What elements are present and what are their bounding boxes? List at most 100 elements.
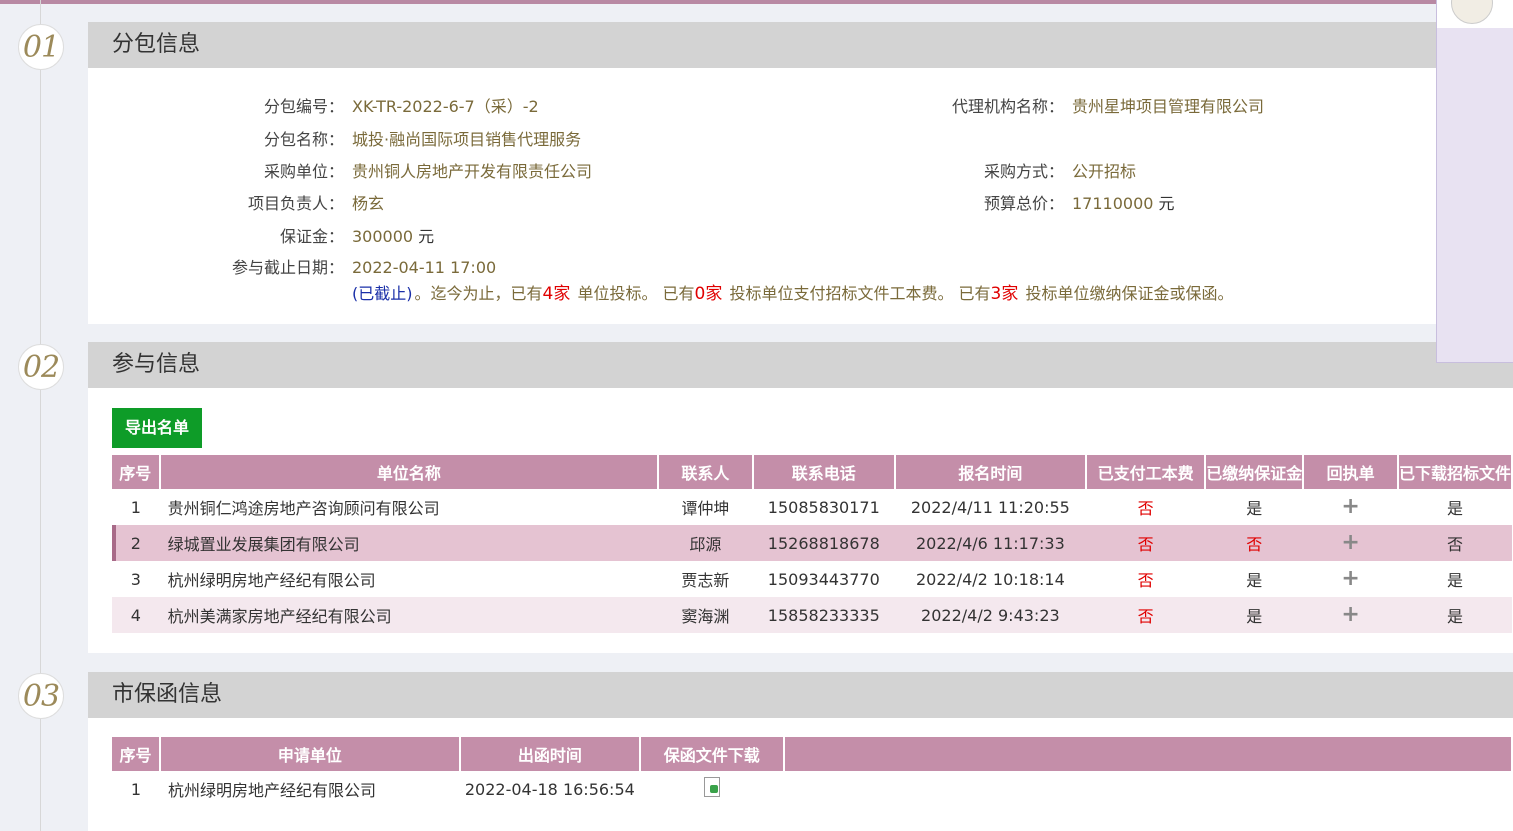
budget-row: 预算总价： 17110000 元 — [908, 194, 1175, 214]
row-downloaded: 是 — [1446, 499, 1463, 518]
participants-header-row: 序号 单位名称 联系人 联系电话 报名时间 已支付工本费 已缴纳保证金 回执单 … — [112, 455, 1513, 489]
row-phone: 15093443770 — [767, 569, 880, 589]
receipt-plus-icon[interactable]: + — [1303, 525, 1398, 561]
method-value: 公开招标 — [1072, 162, 1137, 181]
row-phone: 15858233335 — [752, 597, 895, 633]
col-header-contact: 联系人 — [658, 455, 754, 489]
guarantee-table: 序号 申请单位 出函时间 保函文件下载 1 杭州绿明房地产经纪有限公司 2022… — [112, 737, 1513, 807]
package-code-value: XK-TR-2022-6-7（采）-2 — [352, 97, 539, 116]
row-time: 2022/4/2 10:18:14 — [915, 569, 1065, 589]
file-download-cell[interactable] — [640, 771, 784, 807]
row-deposit-paid: 是 — [1246, 499, 1263, 518]
buyer-value: 贵州铜人房地产开发有限责任公司 — [352, 162, 593, 181]
package-name-label: 分包名称： — [263, 130, 344, 149]
row-no: 2 — [112, 525, 160, 561]
method-row: 采购方式： 公开招标 — [908, 162, 1136, 182]
row-contact: 邱源 — [658, 525, 753, 561]
row-contact: 贾志新 — [681, 571, 730, 590]
bid-count: 4家 — [542, 284, 571, 304]
row-deposit-paid: 是 — [1205, 597, 1304, 633]
summary-text-3: 投标单位支付招标文件工本费。 已有 — [729, 284, 991, 303]
row-deposit-paid: 否 — [1205, 525, 1304, 561]
col-header-phone: 联系电话 — [752, 455, 896, 489]
participants-table: 序号 单位名称 联系人 联系电话 报名时间 已支付工本费 已缴纳保证金 回执单 … — [112, 455, 1513, 633]
guarantee-section: 市保函信息 序号 申请单位 出函时间 保函文件下载 1 杭州绿明房地产经纪有限公… — [88, 672, 1513, 831]
package-code-label: 分包编号： — [263, 97, 344, 116]
deadline-value: 2022-04-11 17:00 — [352, 258, 497, 277]
table-row[interactable]: 2 绿城置业发展集团有限公司 邱源 15268818678 2022/4/6 1… — [112, 525, 1512, 561]
row-downloaded: 否 — [1397, 525, 1512, 561]
buyer-label: 采购单位： — [263, 162, 344, 181]
paid-count: 0家 — [694, 284, 723, 304]
deposit-count: 3家 — [990, 284, 1019, 304]
row-phone: 15268818678 — [752, 525, 895, 561]
col-header-receipt: 回执单 — [1303, 455, 1399, 489]
table-row[interactable]: 1 杭州绿明房地产经纪有限公司 2022-04-18 16:56:54 — [112, 771, 1512, 807]
row-applicant: 杭州绿明房地产经纪有限公司 — [167, 781, 376, 800]
col-header-no: 序号 — [112, 455, 161, 489]
top-accent-bar — [0, 0, 1513, 4]
bid-summary: (已截止) 。迄今为止，已有4家 单位投标。 已有0家 投标单位支付招标文件工本费… — [352, 284, 1233, 304]
row-company: 绿城置业发展集团有限公司 — [159, 525, 659, 561]
row-phone: 15085830171 — [767, 497, 880, 517]
row-contact: 窦海渊 — [658, 597, 753, 633]
col-header-empty — [783, 737, 1513, 771]
summary-text-1: 。迄今为止，已有 — [414, 284, 543, 303]
guarantee-header-row: 序号 申请单位 出函时间 保函文件下载 — [112, 737, 1513, 771]
deposit-row: 保证金： 300000 元 — [208, 227, 434, 247]
row-no: 3 — [130, 569, 141, 589]
row-time: 2022/4/6 11:17:33 — [894, 525, 1086, 561]
export-list-button[interactable]: 导出名单 — [112, 408, 202, 448]
package-name-value: 城投·融尚国际项目销售代理服务 — [352, 130, 582, 149]
budget-label: 预算总价： — [983, 194, 1064, 213]
col-header-issue-time: 出函时间 — [459, 737, 641, 771]
agency-label: 代理机构名称： — [951, 97, 1064, 116]
row-time: 2022/4/2 9:43:23 — [894, 597, 1086, 633]
section-number-01: 01 — [18, 24, 64, 70]
row-contact: 谭仲坤 — [681, 499, 730, 518]
col-header-downloaded: 已下载招标文件 — [1397, 455, 1513, 489]
row-fee-paid: 否 — [1137, 571, 1154, 590]
manager-row: 项目负责人： 杨玄 — [208, 194, 384, 214]
side-float-panel — [1436, 0, 1513, 363]
table-row[interactable]: 3 杭州绿明房地产经纪有限公司 贾志新 15093443770 2022/4/2… — [112, 561, 1512, 597]
receipt-plus-icon[interactable]: + — [1303, 561, 1398, 597]
budget-unit: 元 — [1158, 194, 1175, 213]
manager-label: 项目负责人： — [247, 194, 344, 213]
col-header-fee-paid: 已支付工本费 — [1085, 455, 1207, 489]
receipt-plus-icon[interactable]: + — [1303, 597, 1398, 633]
row-no: 1 — [130, 497, 141, 517]
manager-value: 杨玄 — [352, 194, 385, 213]
buyer-row: 采购单位： 贵州铜人房地产开发有限责任公司 — [208, 162, 592, 182]
deadline-row: 参与截止日期： 2022-04-11 17:00 — [208, 258, 496, 278]
col-header-deposit-paid: 已缴纳保证金 — [1205, 455, 1305, 489]
package-code-row: 分包编号： XK-TR-2022-6-7（采）-2 — [208, 97, 539, 117]
row-deposit-paid: 是 — [1246, 571, 1263, 590]
row-downloaded: 是 — [1397, 597, 1512, 633]
download-file-icon[interactable] — [703, 777, 720, 797]
row-downloaded: 是 — [1446, 571, 1463, 590]
col-header-file-download: 保函文件下载 — [639, 737, 785, 771]
package-name-row: 分包名称： 城投·融尚国际项目销售代理服务 — [208, 130, 581, 150]
deposit-value: 300000 — [352, 227, 414, 246]
participants-section: 参与信息 导出名单 序号 单位名称 联系人 联系电话 报名时间 已支付工本费 已… — [88, 342, 1513, 653]
table-row[interactable]: 1 贵州铜仁鸿途房地产咨询顾问有限公司 谭仲坤 15085830171 2022… — [112, 489, 1512, 525]
deposit-label: 保证金： — [279, 227, 344, 246]
package-info-section: 分包信息 分包编号： XK-TR-2022-6-7（采）-2 代理机构名称： 贵州星… — [88, 22, 1513, 324]
row-time: 2022/4/11 11:20:55 — [910, 497, 1070, 517]
deadline-closed-status: (已截止) — [352, 284, 413, 303]
receipt-plus-icon[interactable]: + — [1303, 489, 1398, 525]
col-header-company: 单位名称 — [159, 455, 660, 489]
deposit-unit: 元 — [418, 227, 435, 246]
section-number-03: 03 — [18, 673, 64, 719]
summary-text-2: 单位投标。 已有 — [577, 284, 695, 303]
method-label: 采购方式： — [983, 162, 1064, 181]
table-row[interactable]: 4 杭州美满家房地产经纪有限公司 窦海渊 15858233335 2022/4/… — [112, 597, 1512, 633]
summary-text-4: 投标单位缴纳保证金或保函。 — [1025, 284, 1234, 303]
section-title-guarantee: 市保函信息 — [88, 672, 1513, 718]
row-fee-paid: 否 — [1085, 597, 1206, 633]
budget-value: 17110000 — [1072, 194, 1154, 213]
section-title-package: 分包信息 — [88, 22, 1513, 68]
row-fee-paid: 否 — [1137, 499, 1154, 518]
row-issue-time: 2022-04-18 16:56:54 — [464, 779, 635, 799]
